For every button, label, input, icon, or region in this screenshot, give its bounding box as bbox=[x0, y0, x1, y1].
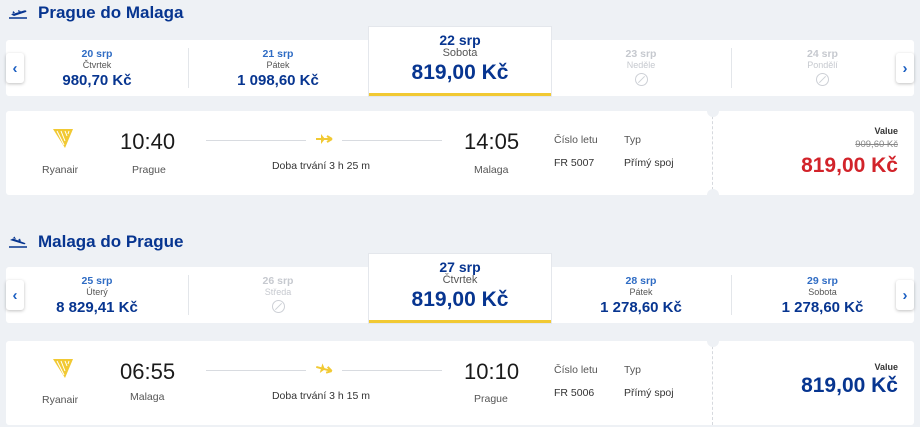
outbound-day-22-selected[interactable]: 22 srp Sobota 819,00 Kč bbox=[369, 27, 551, 96]
inbound-day-25[interactable]: 25 srp Úterý 8 829,41 Kč bbox=[6, 267, 188, 323]
flight-type: Přímý spoj bbox=[624, 157, 674, 169]
next-dates-button[interactable]: › bbox=[896, 280, 914, 310]
flight-type-label: Typ bbox=[624, 364, 641, 376]
outbound-title: Prague do Malaga bbox=[38, 3, 184, 22]
no-flight-icon bbox=[634, 73, 648, 86]
day-weekday: Neděle bbox=[626, 60, 656, 70]
ryanair-harp-logo-icon bbox=[53, 129, 73, 148]
departure-city: Prague bbox=[132, 164, 166, 176]
outbound-day-23: 23 srp Neděle bbox=[551, 40, 731, 96]
day-weekday: Úterý bbox=[86, 287, 108, 297]
flight-duration: Doba trvání 3 h 15 m bbox=[271, 390, 371, 402]
day-date: 26 srp bbox=[262, 275, 294, 287]
airline-name: Ryanair bbox=[42, 394, 79, 406]
prev-dates-button[interactable]: ‹ bbox=[6, 53, 24, 83]
day-weekday: Pátek bbox=[266, 60, 290, 70]
plane-icon bbox=[316, 134, 333, 144]
divider bbox=[712, 341, 713, 425]
inbound-flight-card[interactable]: Ryanair 06:55 Malaga Doba trvání 3 h 15 … bbox=[6, 341, 914, 425]
landing-plane-icon bbox=[9, 236, 27, 248]
inbound-date-strip: 25 srp Úterý 8 829,41 Kč 26 srp Středa 2… bbox=[6, 254, 914, 323]
day-price: 819,00 Kč bbox=[411, 61, 509, 84]
inbound-title: Malaga do Prague bbox=[38, 232, 184, 251]
flight-number-label: Číslo letu bbox=[554, 134, 598, 146]
chevron-right-icon: › bbox=[902, 286, 908, 304]
day-weekday: Středa bbox=[264, 287, 292, 297]
flight-type: Přímý spoj bbox=[624, 387, 674, 399]
route-line bbox=[206, 370, 306, 371]
original-price: 909,60 Kč bbox=[855, 139, 898, 150]
day-weekday: Čtvrtek bbox=[442, 274, 478, 286]
inbound-section-title: Malaga do Prague bbox=[8, 232, 183, 252]
arrival-city: Prague bbox=[474, 393, 508, 405]
day-date: 22 srp bbox=[439, 32, 481, 48]
divider bbox=[712, 111, 713, 195]
no-flight-icon bbox=[271, 300, 285, 313]
day-weekday: Sobota bbox=[808, 287, 837, 297]
outbound-day-24: 24 srp Pondělí bbox=[731, 40, 914, 96]
outbound-section-title: Prague do Malaga bbox=[8, 3, 183, 23]
flight-number-label: Číslo letu bbox=[554, 364, 598, 376]
flight-number: FR 5006 bbox=[554, 387, 595, 399]
route-line bbox=[342, 370, 442, 371]
day-price: 1 278,60 Kč bbox=[600, 299, 682, 316]
no-flight-icon bbox=[816, 73, 829, 86]
flight-type-label: Typ bbox=[624, 134, 641, 146]
day-date: 28 srp bbox=[625, 275, 657, 287]
prev-dates-button[interactable]: ‹ bbox=[6, 280, 24, 310]
day-date: 25 srp bbox=[81, 275, 113, 287]
ticket-notch bbox=[707, 111, 719, 117]
day-date: 24 srp bbox=[807, 48, 838, 60]
airline-name: Ryanair bbox=[42, 164, 79, 176]
inbound-day-27-selected[interactable]: 27 srp Čtvrtek 819,00 Kč bbox=[369, 254, 551, 323]
departure-city: Malaga bbox=[130, 391, 165, 403]
plane-icon bbox=[316, 363, 333, 374]
chevron-left-icon: ‹ bbox=[12, 59, 18, 77]
chevron-right-icon: › bbox=[902, 59, 908, 77]
flight-price[interactable]: 819,00 Kč bbox=[801, 154, 898, 178]
day-weekday: Sobota bbox=[442, 47, 478, 59]
outbound-day-20[interactable]: 20 srp Čtvrtek 980,70 Kč bbox=[6, 40, 188, 96]
next-dates-button[interactable]: › bbox=[896, 53, 914, 83]
day-weekday: Čtvrtek bbox=[82, 60, 112, 70]
day-price: 980,70 Kč bbox=[62, 72, 132, 89]
day-price: 8 829,41 Kč bbox=[56, 299, 138, 316]
chevron-left-icon: ‹ bbox=[12, 286, 18, 304]
outbound-day-21[interactable]: 21 srp Pátek 1 098,60 Kč bbox=[188, 40, 368, 96]
route-line bbox=[342, 140, 442, 141]
day-date: 21 srp bbox=[262, 48, 294, 60]
route-line bbox=[206, 140, 306, 141]
flight-price[interactable]: 819,00 Kč bbox=[801, 374, 898, 398]
outbound-date-strip: 20 srp Čtvrtek 980,70 Kč 21 srp Pátek 1 … bbox=[6, 27, 914, 96]
day-date: 29 srp bbox=[807, 275, 838, 287]
arrival-time: 10:10 bbox=[464, 359, 520, 384]
ticket-notch bbox=[707, 189, 719, 195]
day-date: 20 srp bbox=[81, 48, 113, 60]
price-label: Value bbox=[874, 362, 898, 372]
day-weekday: Pondělí bbox=[807, 60, 838, 70]
takeoff-plane-icon bbox=[9, 10, 27, 19]
arrival-time: 14:05 bbox=[464, 129, 520, 154]
departure-time: 10:40 bbox=[120, 129, 176, 154]
price-label: Value bbox=[874, 126, 898, 136]
ryanair-harp-logo-icon bbox=[53, 359, 73, 378]
inbound-day-29[interactable]: 29 srp Sobota 1 278,60 Kč bbox=[731, 267, 914, 323]
inbound-day-28[interactable]: 28 srp Pátek 1 278,60 Kč bbox=[551, 267, 731, 323]
flight-number: FR 5007 bbox=[554, 157, 595, 169]
arrival-city: Malaga bbox=[474, 164, 509, 176]
day-weekday: Pátek bbox=[629, 287, 653, 297]
day-price: 819,00 Kč bbox=[411, 288, 509, 311]
ticket-notch bbox=[707, 341, 719, 347]
day-price: 1 098,60 Kč bbox=[237, 72, 319, 89]
day-price: 1 278,60 Kč bbox=[781, 299, 864, 316]
day-date: 23 srp bbox=[625, 48, 657, 60]
outbound-flight-card[interactable]: Ryanair 10:40 Prague Doba trvání 3 h 25 … bbox=[6, 111, 914, 195]
flight-duration: Doba trvání 3 h 25 m bbox=[271, 160, 371, 172]
inbound-day-26: 26 srp Středa bbox=[188, 267, 368, 323]
day-date: 27 srp bbox=[439, 259, 481, 275]
departure-time: 06:55 bbox=[120, 359, 176, 384]
